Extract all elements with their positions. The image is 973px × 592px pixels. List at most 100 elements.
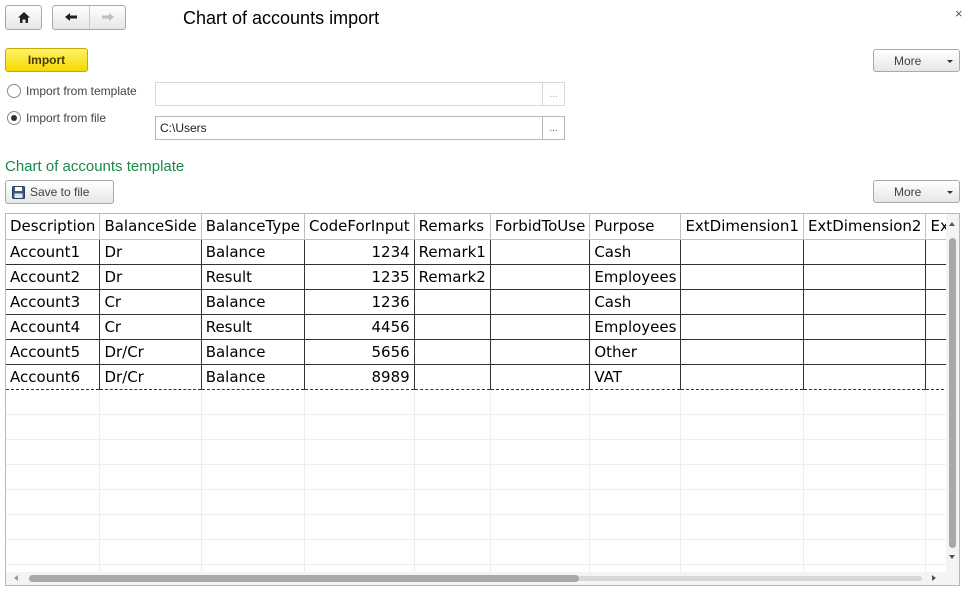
column-header[interactable]: Description (6, 214, 101, 240)
table-cell[interactable]: VAT (589, 364, 682, 390)
file-path-input[interactable]: C:\Users ... (155, 116, 565, 140)
table-cell[interactable]: Account2 (6, 264, 101, 290)
table-cell[interactable]: Result (201, 264, 305, 290)
table-cell[interactable]: Account5 (6, 339, 101, 365)
empty-table-row (6, 539, 959, 565)
import-button[interactable]: Import (5, 48, 88, 72)
radio-button[interactable] (7, 84, 21, 98)
table-cell[interactable]: Balance (201, 339, 305, 365)
table-cell[interactable] (680, 264, 804, 290)
table-cell[interactable]: Account1 (6, 239, 101, 265)
table-row[interactable]: Account3 Cr Balance 1236 Cash (6, 289, 959, 315)
file-path-value[interactable]: C:\Users (156, 117, 542, 139)
scroll-down-icon[interactable] (949, 555, 955, 559)
import-from-template-option[interactable]: Import from template (7, 84, 137, 98)
column-header[interactable]: ExtDimension2 (803, 214, 927, 240)
empty-cell (589, 414, 682, 440)
horizontal-scroll-thumb[interactable] (29, 575, 579, 582)
table-row[interactable]: Account1 Dr Balance 1234 Remark1 Cash (6, 239, 959, 265)
table-cell[interactable]: Account6 (6, 364, 101, 390)
scroll-left-icon[interactable] (14, 575, 18, 581)
table-cell[interactable]: Cr (99, 289, 202, 315)
empty-cell (201, 414, 305, 440)
table-cell[interactable] (803, 339, 927, 365)
table-cell[interactable]: 4456 (304, 314, 415, 340)
table-cell[interactable]: Dr/Cr (99, 364, 202, 390)
table-cell[interactable]: Employees (589, 264, 682, 290)
home-button[interactable] (5, 5, 42, 30)
table-cell[interactable] (803, 239, 927, 265)
table-row[interactable]: Account5 Dr/Cr Balance 5656 Other (6, 339, 959, 365)
table-row[interactable]: Account2 Dr Result 1235 Remark2 Employees (6, 264, 959, 290)
table-cell[interactable] (490, 314, 591, 340)
column-header[interactable]: BalanceType (201, 214, 305, 240)
table-cell[interactable] (803, 264, 927, 290)
table-cell[interactable] (490, 289, 591, 315)
table-row[interactable]: Account4 Cr Result 4456 Employees (6, 314, 959, 340)
column-header[interactable]: Purpose (589, 214, 682, 240)
table-cell[interactable] (803, 314, 927, 340)
table-cell[interactable]: Account4 (6, 314, 101, 340)
table-cell[interactable]: Remark1 (414, 239, 491, 265)
table-cell[interactable]: 1235 (304, 264, 415, 290)
column-header[interactable]: Remarks (414, 214, 491, 240)
vertical-scroll-thumb[interactable] (949, 238, 956, 548)
table-cell[interactable]: Cr (99, 314, 202, 340)
column-header[interactable]: CodeForInput (304, 214, 415, 240)
table-cell[interactable]: Other (589, 339, 682, 365)
table-cell[interactable] (680, 289, 804, 315)
empty-cell (490, 539, 591, 565)
table-cell[interactable] (490, 239, 591, 265)
table-cell[interactable]: Dr (99, 264, 202, 290)
save-to-file-button[interactable]: Save to file (5, 180, 114, 204)
table-cell[interactable] (414, 314, 491, 340)
table-cell[interactable]: Dr (99, 239, 202, 265)
table-cell[interactable]: Balance (201, 239, 305, 265)
table-cell[interactable]: 5656 (304, 339, 415, 365)
table-cell[interactable] (680, 364, 804, 390)
template-browse-button[interactable]: ... (542, 83, 564, 105)
table-cell[interactable] (680, 239, 804, 265)
table-cell[interactable]: Cash (589, 239, 682, 265)
file-browse-button[interactable]: ... (542, 117, 564, 139)
accounts-table[interactable]: Description BalanceSide BalanceType CodeFor… (5, 213, 960, 586)
horizontal-scrollbar[interactable] (6, 572, 959, 585)
column-header[interactable]: ExtDimension1 (680, 214, 804, 240)
table-cell[interactable] (414, 339, 491, 365)
table-cell[interactable] (490, 339, 591, 365)
column-header[interactable]: BalanceSide (99, 214, 202, 240)
table-cell[interactable] (680, 339, 804, 365)
table-cell[interactable] (490, 364, 591, 390)
table-cell[interactable]: Dr/Cr (99, 339, 202, 365)
table-cell[interactable]: Cash (589, 289, 682, 315)
table-cell[interactable]: 1236 (304, 289, 415, 315)
table-cell[interactable] (414, 364, 491, 390)
table-cell[interactable] (414, 289, 491, 315)
column-header[interactable]: ForbidToUse (490, 214, 591, 240)
scroll-right-icon[interactable] (932, 575, 936, 581)
forward-button[interactable] (89, 6, 125, 29)
template-input[interactable]: ... (155, 82, 565, 106)
more-button[interactable]: More (873, 49, 960, 72)
close-icon[interactable]: × (955, 6, 963, 21)
table-more-button[interactable]: More (873, 180, 960, 203)
table-cell[interactable]: Remark2 (414, 264, 491, 290)
back-button[interactable] (53, 6, 89, 29)
table-cell[interactable]: Balance (201, 289, 305, 315)
radio-button-selected[interactable] (7, 111, 21, 125)
table-cell[interactable]: Account3 (6, 289, 101, 315)
table-cell[interactable]: 8989 (304, 364, 415, 390)
table-row[interactable]: Account6 Dr/Cr Balance 8989 VAT (6, 364, 959, 390)
table-cell[interactable]: Employees (589, 314, 682, 340)
table-cell[interactable] (490, 264, 591, 290)
table-cell[interactable] (680, 314, 804, 340)
table-cell[interactable]: 1234 (304, 239, 415, 265)
table-cell[interactable]: Balance (201, 364, 305, 390)
scroll-up-icon[interactable] (949, 222, 955, 226)
table-cell[interactable]: Result (201, 314, 305, 340)
table-cell[interactable] (803, 289, 927, 315)
table-cell[interactable] (803, 364, 927, 390)
vertical-scrollbar[interactable] (946, 214, 959, 572)
import-from-file-option[interactable]: Import from file (7, 111, 106, 125)
template-input-value[interactable] (156, 83, 542, 105)
